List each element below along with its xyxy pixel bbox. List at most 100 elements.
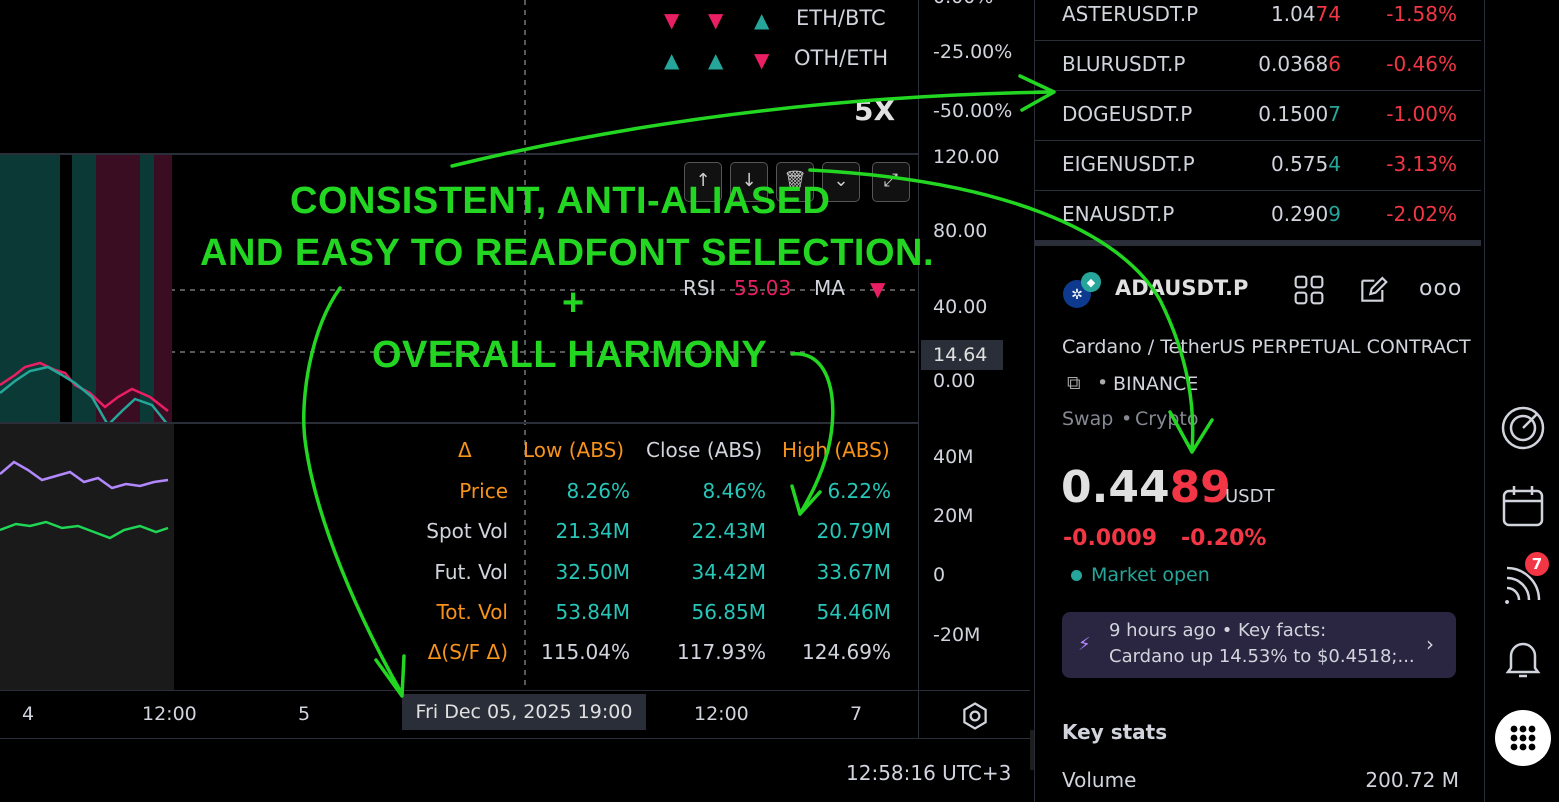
watchlist-last: 1.0474 — [1271, 2, 1341, 26]
chevron-right-icon: › — [1426, 632, 1434, 656]
external-link-icon[interactable]: ⧉ — [1067, 372, 1081, 394]
market-status-dot — [1071, 570, 1082, 581]
news-text: Cardano up 14.53% to $0.4518;... — [1109, 646, 1415, 667]
volume-label: Volume — [1062, 768, 1137, 792]
scale-label: -50.00% — [933, 100, 1013, 122]
watchlist-row[interactable]: ASTERUSDT.P 1.0474 -1.58% — [1035, 0, 1481, 41]
arrow-up-icon: ▲ — [664, 48, 680, 72]
exchange-name[interactable]: BINANCE — [1113, 373, 1198, 395]
table-cell: 6.22% — [827, 479, 891, 503]
watchlist-row[interactable]: EIGENUSDT.P 0.5754 -3.13% — [1035, 140, 1481, 191]
apps-button[interactable] — [1495, 710, 1551, 766]
annotation-line-3: OVERALL HARMONY — [372, 334, 768, 376]
symbol-type: Swap — [1062, 408, 1114, 430]
table-header-close: Close (ABS) — [646, 438, 763, 462]
last-price: 0.4489 — [1061, 462, 1231, 513]
watchlist-row[interactable]: DOGEUSDT.P 0.15007 -1.00% — [1035, 90, 1481, 141]
panel-divider[interactable] — [1035, 240, 1481, 246]
table-cell: 34.42M — [691, 560, 766, 584]
scale-label: 120.00 — [933, 146, 1000, 168]
rsi-label: RSI — [683, 276, 716, 300]
scale-label: 80.00 — [933, 220, 988, 242]
table-cell: 20.79M — [816, 519, 891, 543]
table-cell: 22.43M — [691, 519, 766, 543]
target-icon[interactable] — [1499, 404, 1547, 452]
volume-value: 200.72 M — [1365, 768, 1459, 792]
watchlist-change: -0.46% — [1386, 52, 1457, 76]
table-cell: 124.69% — [802, 640, 891, 664]
chart-area[interactable]: ▼ ▼ ▲ ETH/BTC ▲ ▲ ▼ OTH/ETH 5X ↑ ↓ 🗑 ⌄ ⤢… — [0, 0, 1030, 802]
scale-label: 0.00% — [933, 0, 993, 8]
settings-button[interactable] — [918, 690, 1030, 739]
table-cell: 54.46M — [816, 600, 891, 624]
arrow-down-icon: ▼ — [870, 277, 886, 301]
scale-label: -20M — [933, 624, 981, 646]
maximize-pane-button[interactable]: ⤢ — [872, 162, 910, 202]
watchlist-symbol: ENAUSDT.P — [1062, 202, 1175, 226]
price-change-pct: -0.20% — [1181, 526, 1267, 551]
time-label: 5 — [298, 703, 311, 725]
scale-label: 0 — [933, 564, 946, 586]
price-scale[interactable]: 0.00% -25.00% -50.00% 120.00 80.00 40.00… — [918, 0, 1030, 690]
watchlist-last: 0.03686 — [1258, 52, 1341, 76]
table-header-delta: Δ — [458, 438, 472, 462]
watchlist-row[interactable]: BLURUSDT.P 0.03686 -0.46% — [1035, 40, 1481, 91]
bottom-bar: 12:58:16 UTC+3 — [0, 738, 1030, 802]
pair-label-otheth: OTH/ETH — [794, 46, 889, 70]
table-cell: 53.84M — [555, 600, 630, 624]
scale-label: 40.00 — [933, 296, 988, 318]
right-panel: ASTERUSDT.P 1.0474 -1.58% BLURUSDT.P 0.0… — [1034, 0, 1483, 802]
scale-label: -25.00% — [933, 41, 1013, 63]
price-currency: USDT — [1225, 486, 1275, 507]
svg-text:◆: ◆ — [1087, 276, 1096, 289]
watchlist-symbol: ASTERUSDT.P — [1062, 2, 1199, 26]
table-header-low: Low (ABS) — [523, 438, 625, 462]
table-cell: 8.46% — [702, 479, 766, 503]
market-status: Market open — [1091, 564, 1210, 586]
table-cell: 21.34M — [555, 519, 630, 543]
annotation-line-2: AND EASY TO READFONT SELECTION. — [200, 232, 935, 274]
watchlist-row[interactable]: ENAUSDT.P 0.2909 -2.02% — [1035, 190, 1481, 240]
rsi-value: 55.03 — [734, 276, 792, 300]
scale-label: 40M — [933, 446, 974, 468]
right-sidebar: 7 — [1484, 0, 1559, 802]
scale-label: 20M — [933, 505, 974, 527]
scale-label: 0.00 — [933, 370, 976, 392]
calendar-icon[interactable] — [1499, 482, 1547, 530]
dot-separator: • — [1097, 372, 1109, 394]
lightning-icon: ⚡ — [1078, 634, 1091, 655]
rsi-pane-background — [0, 155, 172, 423]
arrow-down-icon: ▼ — [664, 8, 680, 32]
watchlist-last: 0.5754 — [1271, 152, 1341, 176]
arrow-down-icon: ▼ — [754, 48, 770, 72]
ma-label: MA — [814, 276, 845, 300]
volume-pane-lines — [0, 424, 174, 690]
time-label: 12:00 — [142, 703, 197, 725]
watchlist-symbol: DOGEUSDT.P — [1062, 102, 1193, 126]
table-cell: 32.50M — [555, 560, 630, 584]
table-cell: 117.93% — [677, 640, 766, 664]
symbol-description: Cardano / TetherUS PERPETUAL CONTRACT — [1062, 336, 1471, 358]
clock-label[interactable]: 12:58:16 UTC+3 — [846, 761, 1011, 785]
key-stats-title: Key stats — [1062, 720, 1168, 744]
more-options-icon[interactable]: ooo — [1419, 276, 1462, 301]
layout-grid-icon[interactable] — [1293, 274, 1325, 306]
svg-text:✲: ✲ — [1071, 287, 1083, 303]
edit-note-icon[interactable] — [1357, 274, 1389, 306]
gear-icon — [963, 702, 987, 730]
table-cell: 56.85M — [691, 600, 766, 624]
watchlist-change: -1.00% — [1386, 102, 1457, 126]
news-card[interactable]: ⚡ 9 hours ago • Key facts: Cardano up 14… — [1062, 612, 1456, 678]
price-change-abs: -0.0009 — [1063, 526, 1158, 551]
table-header-high: High (ABS) — [782, 438, 890, 462]
watchlist-last: 0.2909 — [1271, 202, 1341, 226]
symbol-name[interactable]: ADAUSDT.P — [1115, 276, 1248, 300]
arrow-down-icon: ▼ — [708, 8, 724, 32]
notification-badge: 7 — [1525, 552, 1549, 576]
dot-separator: • — [1121, 408, 1133, 430]
time-label: 7 — [850, 703, 863, 725]
arrow-up-icon: ▲ — [754, 8, 770, 32]
arrow-up-icon: ▲ — [708, 48, 724, 72]
grid-dots-icon — [1510, 725, 1536, 751]
bell-icon[interactable] — [1499, 634, 1547, 682]
